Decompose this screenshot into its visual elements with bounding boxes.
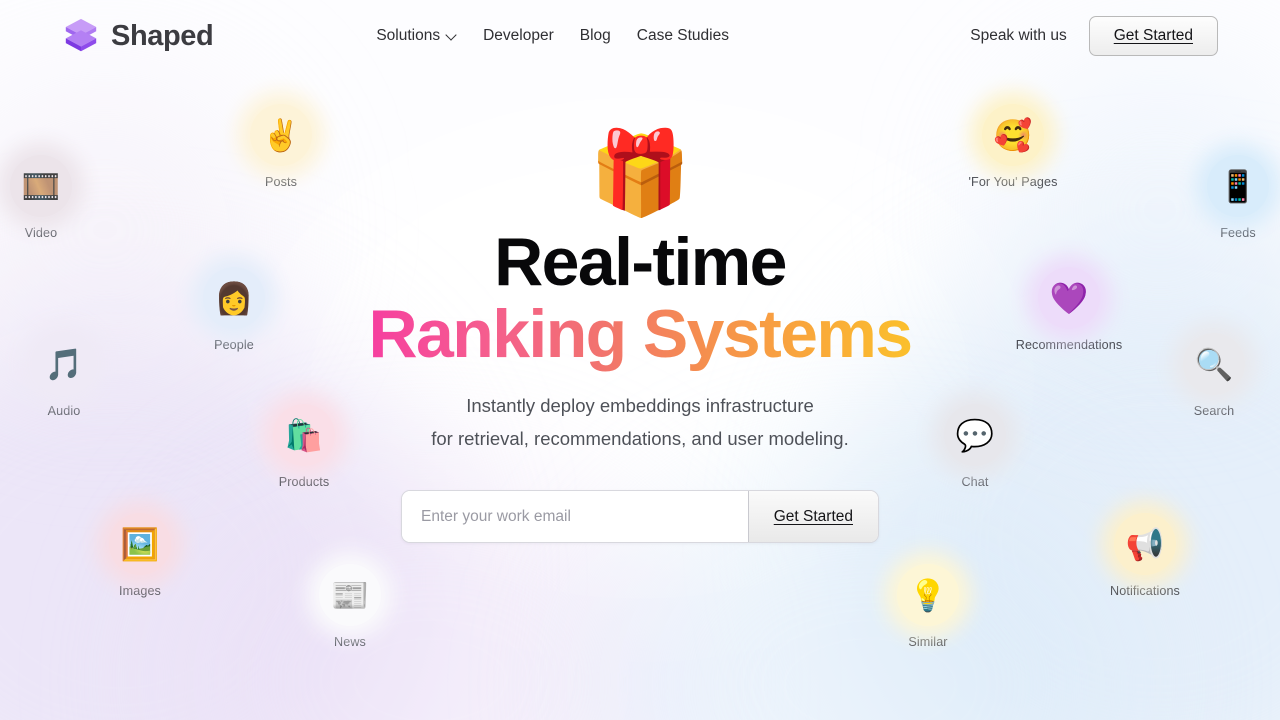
nav-item-blog[interactable]: Blog [567, 19, 624, 53]
badge-label: Similar [908, 635, 948, 649]
newspaper-icon: 📰 [319, 564, 381, 626]
nav-item-developer[interactable]: Developer [470, 19, 567, 53]
badge-similar[interactable]: 💡 Similar [858, 564, 998, 649]
email-signup-form: Get Started [401, 490, 879, 544]
nav-item-label: Blog [579, 27, 611, 44]
badge-label: Images [119, 584, 161, 598]
chevron-down-icon [447, 30, 457, 40]
hero-subtitle-line-1: Instantly deploy embeddings infrastructu… [466, 395, 814, 417]
hero-title-line-2: Ranking Systems [368, 296, 913, 372]
speak-with-us-link[interactable]: Speak with us [970, 27, 1067, 45]
header-actions: Speak with us Get Started [970, 16, 1218, 56]
header-get-started-button[interactable]: Get Started [1088, 16, 1218, 56]
hero-title-line-1: Real-time [494, 224, 787, 300]
badge-news[interactable]: 📰 News [280, 564, 420, 649]
brand-name: Shaped [111, 19, 214, 52]
nav-item-label: Developer [483, 27, 554, 44]
nav-item-label: Case Studies [636, 27, 729, 44]
nav-item-case-studies[interactable]: Case Studies [624, 19, 742, 53]
main-navigation: Solutions Developer Blog Case Studies [363, 19, 742, 53]
logo[interactable]: Shaped [62, 17, 214, 55]
hero-get-started-button[interactable]: Get Started [747, 491, 878, 543]
hero-subtitle-line-2: for retrieval, recommendations, and user… [431, 427, 849, 449]
hero-section: 🎁 Real-time Ranking Systems Instantly de… [0, 0, 1280, 544]
hero-subtitle: Instantly deploy embeddings infrastructu… [431, 390, 848, 455]
gift-emoji: 🎁 [588, 128, 692, 219]
nav-item-label: Solutions [376, 27, 441, 44]
site-header: Shaped Solutions Developer Blog Case Stu… [0, 0, 1280, 72]
stacked-cube-logo-icon [62, 17, 100, 55]
light-bulb-icon: 💡 [897, 564, 959, 626]
badge-label: Notifications [1110, 584, 1180, 598]
badge-label: News [334, 635, 366, 649]
nav-item-solutions[interactable]: Solutions [363, 19, 470, 53]
email-input[interactable] [402, 491, 748, 543]
